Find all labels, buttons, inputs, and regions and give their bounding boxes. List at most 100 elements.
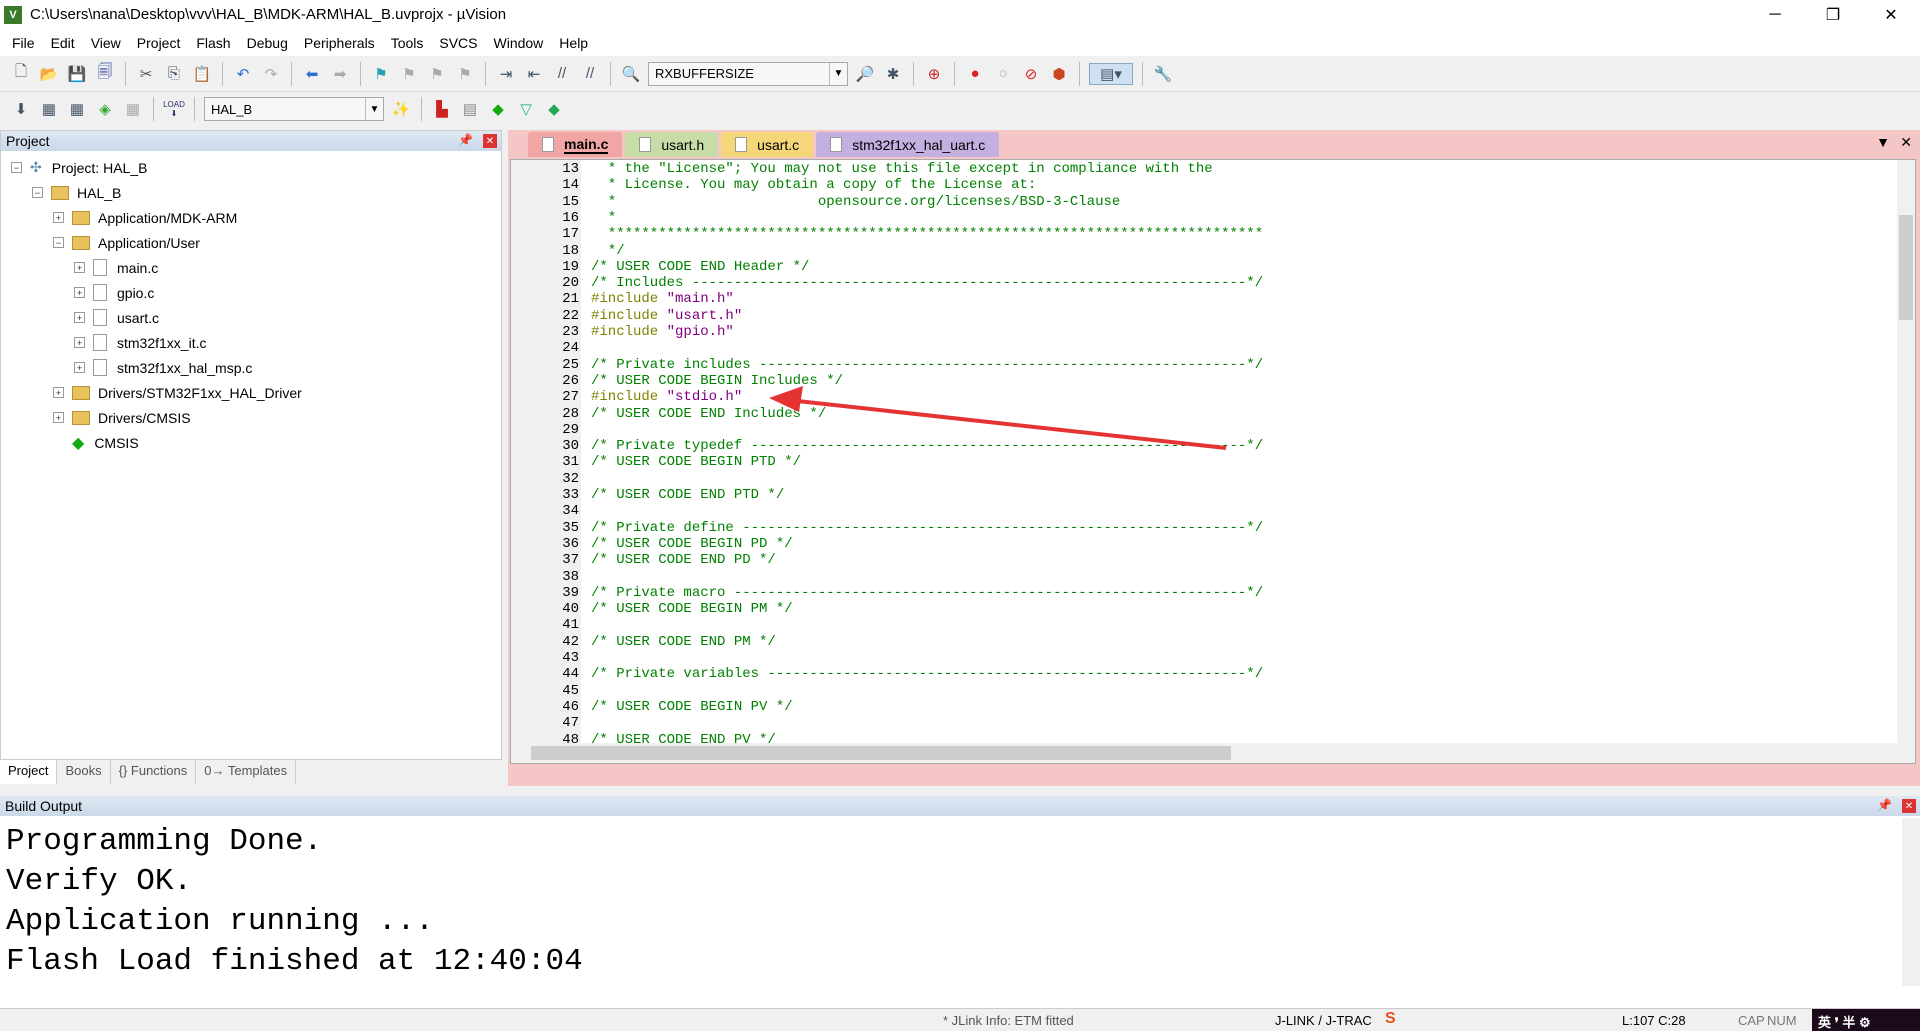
paste-icon[interactable]: 📋 [191,63,213,85]
undo-icon[interactable]: ↶ [232,63,254,85]
disable-breakpoint-icon[interactable]: ○ [992,63,1014,85]
tree-item[interactable]: + Drivers/STM32F1xx_HAL_Driver [1,380,501,405]
kill-breakpoints-icon[interactable]: ⬢ [1048,63,1070,85]
close-panel-icon[interactable]: ✕ [1902,799,1916,813]
expander-icon[interactable]: + [53,412,64,423]
tree-item[interactable]: + usart.c [1,305,501,330]
close-panel-icon[interactable]: ✕ [483,134,497,148]
window-layout-icon[interactable]: ▤▾ [1089,62,1133,85]
cut-icon[interactable]: ✂ [135,63,157,85]
expander-icon[interactable]: + [74,287,85,298]
disable-all-breakpoints-icon[interactable]: ⊘ [1020,63,1042,85]
expander-icon[interactable]: + [74,312,85,323]
build-icon[interactable]: ▦ [38,98,60,120]
incremental-find-icon[interactable]: ✱ [882,63,904,85]
debug-session-icon[interactable]: ⊕ [923,63,945,85]
editor-tab[interactable]: main.c [528,132,623,157]
translate-icon[interactable]: ⬇ [10,98,32,120]
find-in-files-icon[interactable]: 🔍 [620,63,642,85]
save-all-icon[interactable]: 🗐 [94,63,116,85]
pin-icon[interactable]: 📌 [458,133,473,147]
file-extensions-icon[interactable]: ▤ [459,98,481,120]
comment-icon[interactable]: // [551,63,573,85]
tab-1[interactable]: Books [57,760,111,784]
minimize-button[interactable]: ─ [1746,0,1804,29]
code-editor[interactable]: 13 14 15 16 17 18 19 20 21 22 23 24 25 26 27 28 29 30 31 32… [510,159,1916,764]
indent-icon[interactable]: ⇥ [495,63,517,85]
select-software-packs-icon[interactable]: ▽ [515,98,537,120]
load-icon[interactable]: LOAD ⬇ [163,98,185,120]
tree-item[interactable]: + stm32f1xx_it.c [1,330,501,355]
expander-icon[interactable]: − [32,187,43,198]
nav-forward-icon[interactable]: ➡ [329,63,351,85]
breakpoint-icon[interactable]: ● [964,63,986,85]
configure-icon[interactable]: 🔧 [1152,63,1174,85]
ime-toolbar[interactable]: 英 ❜ 半 ⚙ [1812,1009,1920,1031]
target-combo[interactable]: HAL_B ▼ [204,97,384,121]
copy-icon[interactable]: ⎘ [163,63,185,85]
pin-icon[interactable]: 📌 [1877,798,1892,812]
close-button[interactable]: ✕ [1862,0,1920,29]
tab-0[interactable]: Project [0,760,58,784]
new-file-icon[interactable]: 🗋 [10,63,32,85]
close-tab-icon[interactable]: ✕ [1900,134,1912,151]
menu-project[interactable]: Project [131,35,191,51]
find-icon[interactable]: 🔎 [854,63,876,85]
target-options-icon[interactable]: ✨ [390,98,412,120]
expander-icon[interactable]: − [11,162,22,173]
manage-run-time-icon[interactable]: ◆ [487,98,509,120]
bookmark-icon[interactable]: ⚑ [370,63,392,85]
horizontal-scrollbar[interactable] [511,743,1915,763]
tree-item[interactable]: − HAL_B [1,180,501,205]
expander-icon[interactable]: + [74,337,85,348]
editor-tab[interactable]: usart.h [625,132,719,157]
menu-window[interactable]: Window [488,35,554,51]
unindent-icon[interactable]: ⇤ [523,63,545,85]
tree-item[interactable]: + Application/MDK-ARM [1,205,501,230]
open-icon[interactable]: 📂 [38,63,60,85]
find-combo[interactable]: RXBUFFERSIZE ▼ [648,61,848,86]
menu-edit[interactable]: Edit [45,35,85,51]
tree-item[interactable]: ◆ CMSIS [1,430,501,455]
tab-2[interactable]: {} Functions [111,760,197,784]
next-bookmark-icon[interactable]: ⚑ [426,63,448,85]
tree-item[interactable]: + Drivers/CMSIS [1,405,501,430]
menu-svcs[interactable]: SVCS [433,35,487,51]
menu-file[interactable]: File [6,35,45,51]
clear-bookmarks-icon[interactable]: ⚑ [454,63,476,85]
menu-peripherals[interactable]: Peripherals [298,35,385,51]
tree-item[interactable]: + stm32f1xx_hal_msp.c [1,355,501,380]
tree-item[interactable]: + main.c [1,255,501,280]
vertical-scrollbar[interactable] [1897,160,1915,745]
tree-item[interactable]: − Application/User [1,230,501,255]
prev-bookmark-icon[interactable]: ⚑ [398,63,420,85]
expander-icon[interactable]: − [53,237,64,248]
batch-build-icon[interactable]: ◈ [94,98,116,120]
menu-flash[interactable]: Flash [190,35,240,51]
redo-icon[interactable]: ↷ [260,63,282,85]
menu-help[interactable]: Help [553,35,598,51]
sogou-ime-icon[interactable]: S [1385,1010,1396,1028]
save-icon[interactable]: 💾 [66,63,88,85]
uncomment-icon[interactable]: // [579,63,601,85]
expander-icon[interactable]: + [53,212,64,223]
build-output-scrollbar[interactable] [1902,818,1920,986]
stop-build-icon[interactable]: ▦ [122,98,144,120]
editor-tab[interactable]: stm32f1xx_hal_uart.c [816,132,1000,157]
expander-icon[interactable]: + [53,387,64,398]
rebuild-icon[interactable]: ▦ [66,98,88,120]
menu-view[interactable]: View [85,35,131,51]
pack-installer-icon[interactable]: ◆ [543,98,565,120]
expander-icon[interactable]: + [74,362,85,373]
tree-item[interactable]: − ✣ Project: HAL_B [1,155,501,180]
nav-back-icon[interactable]: ⬅ [301,63,323,85]
expander-icon[interactable]: + [74,262,85,273]
menu-tools[interactable]: Tools [385,35,434,51]
tab-list-icon[interactable]: ▼ [1876,134,1890,150]
tree-item[interactable]: + gpio.c [1,280,501,305]
editor-tab[interactable]: usart.c [721,132,814,157]
manage-components-icon[interactable]: ▙ [431,98,453,120]
tab-3[interactable]: 0→ Templates [196,760,297,784]
menu-debug[interactable]: Debug [241,35,298,51]
chevron-down-icon[interactable]: ▼ [829,62,847,85]
